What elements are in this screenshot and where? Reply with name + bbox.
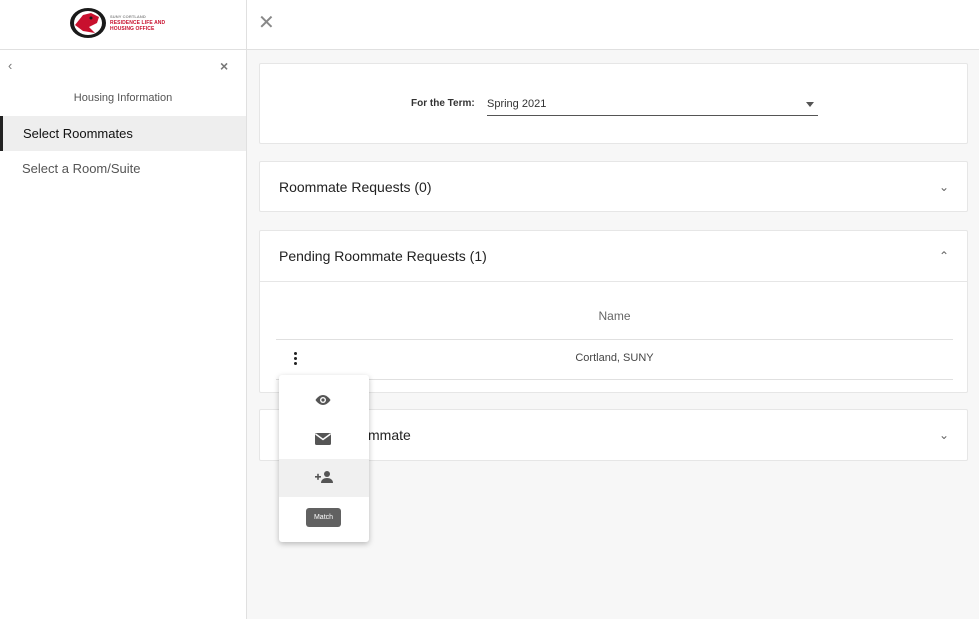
term-card: For the Term: Spring 2021	[259, 63, 968, 144]
top-bar: ✕	[247, 0, 979, 50]
table-divider	[276, 339, 953, 340]
pending-requests-header[interactable]: Pending Roommate Requests (1) ⌃	[260, 231, 967, 281]
chevron-down-icon: ⌄	[938, 180, 949, 194]
sidebar: SUNY CORTLAND RESIDENCE LIFE AND HOUSING…	[0, 0, 247, 619]
view-menu-item[interactable]	[279, 382, 369, 420]
sidebar-section-title: Housing Information	[73, 92, 173, 104]
chevron-up-icon: ⌃	[938, 249, 949, 263]
dragon-logo-icon	[70, 8, 106, 38]
add-person-icon	[315, 471, 333, 483]
table-row-name: Cortland, SUNY	[575, 352, 654, 364]
logo-text: SUNY CORTLAND RESIDENCE LIFE AND HOUSING…	[110, 14, 165, 32]
column-header-name: Name	[598, 309, 631, 323]
logo-area: SUNY CORTLAND RESIDENCE LIFE AND HOUSING…	[0, 0, 246, 50]
match-menu-item[interactable]	[279, 459, 369, 497]
email-menu-item[interactable]	[279, 421, 369, 459]
chevron-left-icon[interactable]: ‹	[8, 58, 12, 73]
logo-line-3: HOUSING OFFICE	[110, 26, 155, 32]
table-divider	[276, 379, 953, 380]
panel-divider	[260, 281, 967, 282]
sidebar-item-select-room[interactable]: Select a Room/Suite	[0, 151, 246, 186]
close-icon[interactable]: ✕	[258, 10, 275, 35]
email-icon	[315, 433, 331, 445]
close-sidebar-icon[interactable]: ×	[220, 58, 228, 74]
view-icon	[315, 395, 331, 405]
term-label: For the Term:	[411, 98, 475, 109]
term-select-value: Spring 2021	[487, 98, 547, 110]
dropdown-caret-icon	[806, 102, 814, 107]
pending-requests-panel: Pending Roommate Requests (1) ⌃ Name Cor…	[259, 230, 968, 393]
roommate-requests-title: Roommate Requests (0)	[279, 179, 432, 195]
term-select[interactable]: Spring 2021	[487, 92, 818, 116]
sidebar-item-select-roommates[interactable]: Select Roommates	[0, 116, 246, 151]
roommate-requests-header[interactable]: Roommate Requests (0) ⌄	[260, 162, 967, 212]
match-tooltip: Match	[306, 508, 341, 527]
roommate-requests-panel: Roommate Requests (0) ⌄	[259, 161, 968, 212]
chevron-down-icon: ⌄	[938, 428, 949, 442]
pending-requests-title: Pending Roommate Requests (1)	[279, 248, 487, 264]
row-actions-menu: Match	[279, 375, 369, 542]
add-roommate-title: mmate	[368, 427, 411, 443]
